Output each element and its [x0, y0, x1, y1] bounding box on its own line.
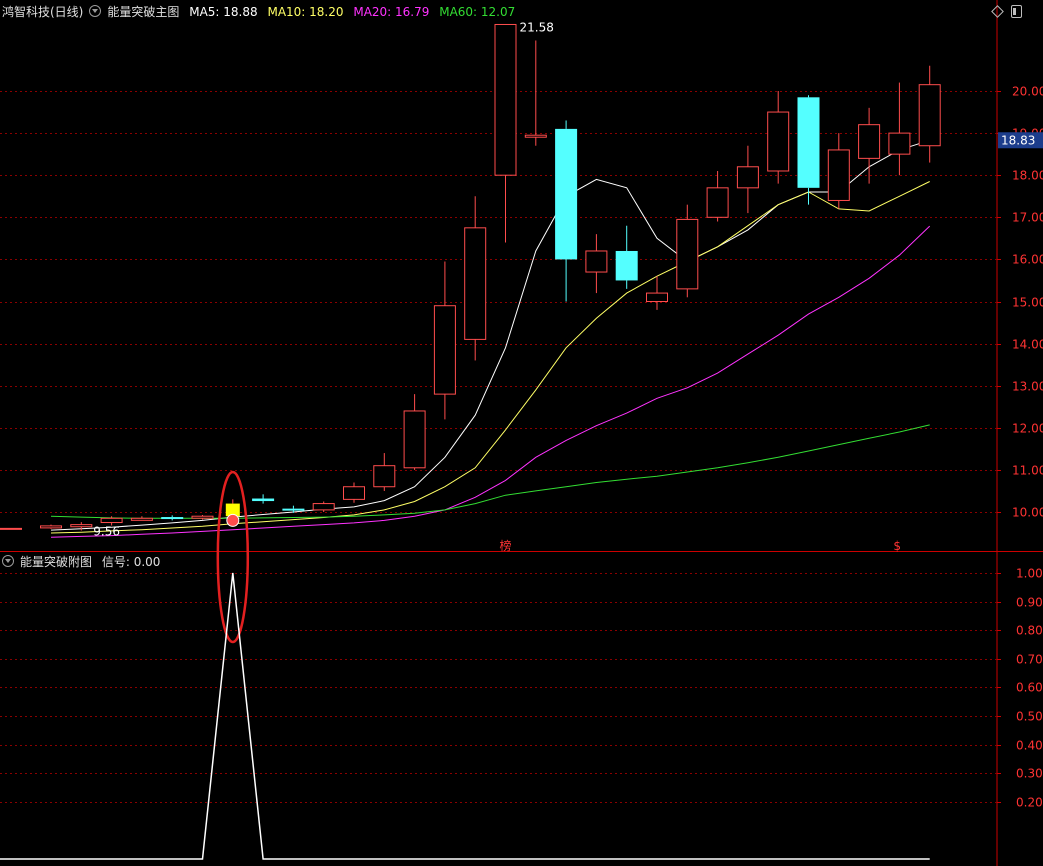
- sub-indicator-name[interactable]: 能量突破附图: [20, 555, 92, 569]
- chart-background: [0, 0, 1043, 866]
- candle-body: [706, 187, 729, 218]
- main-y-tick-label: 20.00: [1012, 85, 1043, 99]
- candle-body: [585, 250, 608, 273]
- candle-body: [373, 465, 396, 488]
- sub-y-tick-label: 0.40: [1016, 739, 1043, 753]
- main-chart-header: 鸿智科技(日线) 能量突破主图 MA5: 18.88 MA10: 18.20 MA…: [2, 3, 521, 21]
- window-icon[interactable]: [1011, 5, 1022, 18]
- ma5-value: MA5: 18.88: [189, 5, 258, 19]
- main-indicator-name[interactable]: 能量突破主图: [107, 5, 179, 19]
- event-marker-label: $: [893, 539, 901, 553]
- high-price-label: 21.58: [520, 20, 554, 34]
- low-price-label: 9.56: [93, 525, 120, 539]
- candle-body: [888, 132, 911, 155]
- main-y-tick-label: 10.00: [1012, 506, 1043, 520]
- collapse-triangle-icon[interactable]: [2, 555, 14, 567]
- current-price-label: 18.83: [1001, 133, 1035, 147]
- candle-body: [403, 410, 426, 469]
- candle-body: [100, 517, 123, 524]
- main-y-tick-label: 11.00: [1012, 464, 1043, 478]
- sub-y-tick-label: 0.20: [1016, 796, 1043, 810]
- main-y-tick-label: 17.00: [1012, 211, 1043, 225]
- sub-y-tick-label: 0.70: [1016, 653, 1043, 667]
- candle-body: [646, 292, 668, 302]
- sub-y-tick-label: 0.80: [1016, 624, 1043, 638]
- main-y-tick-label: 12.00: [1012, 422, 1043, 436]
- main-y-tick-label: 14.00: [1012, 338, 1043, 352]
- candle-body: [827, 149, 850, 201]
- candle-body: [70, 524, 93, 528]
- candle-body: [464, 227, 487, 340]
- sub-y-tick-label: 0.30: [1016, 767, 1043, 781]
- candle-body: [494, 23, 517, 176]
- signal-value: 信号: 0.00: [101, 555, 161, 569]
- main-y-tick-label: 15.00: [1012, 296, 1043, 310]
- signal-dot-marker: [226, 513, 240, 527]
- candle-body: [282, 508, 305, 511]
- main-y-tick-label: 18.00: [1012, 169, 1043, 183]
- candle-body: [40, 525, 62, 529]
- candle-body: [858, 124, 881, 159]
- sub-y-tick-label: 0.90: [1016, 596, 1043, 610]
- candle-body: [312, 503, 335, 511]
- candle-body: [252, 498, 275, 502]
- candle-body: [524, 134, 547, 138]
- main-y-tick-label: 16.00: [1012, 253, 1043, 267]
- ma10-value: MA10: 18.20: [267, 5, 344, 19]
- candle-body: [433, 305, 456, 395]
- candle-body: [615, 250, 638, 281]
- candle-body: [797, 97, 820, 188]
- candle-body: [767, 111, 790, 172]
- sub-y-tick-label: 1.00: [1016, 567, 1043, 581]
- ma20-value: MA20: 16.79: [353, 5, 430, 19]
- stock-name[interactable]: 鸿智科技(日线): [2, 5, 83, 19]
- sub-y-tick-label: 0.50: [1016, 710, 1043, 724]
- candle-body: [736, 166, 759, 189]
- candle-body: [161, 517, 184, 520]
- candle-body: [130, 517, 153, 521]
- main-y-tick-label: 13.00: [1012, 380, 1043, 394]
- sub-chart-header: 能量突破附图 信号: 0.00: [2, 553, 166, 571]
- candle-body: [918, 84, 941, 147]
- candle-body: [343, 486, 365, 500]
- candle-body: [191, 515, 214, 519]
- ma60-value: MA60: 12.07: [439, 5, 516, 19]
- candle-body: [676, 218, 699, 290]
- candle-body: [555, 128, 578, 260]
- collapse-triangle-icon[interactable]: [89, 5, 102, 17]
- event-marker-label: 榜: [500, 538, 512, 553]
- chart-canvas[interactable]: 10.00 11.00 12.00 13.00 14.00 15.00 16.00 17.00…: [0, 0, 1043, 866]
- sub-y-tick-label: 0.60: [1016, 681, 1043, 695]
